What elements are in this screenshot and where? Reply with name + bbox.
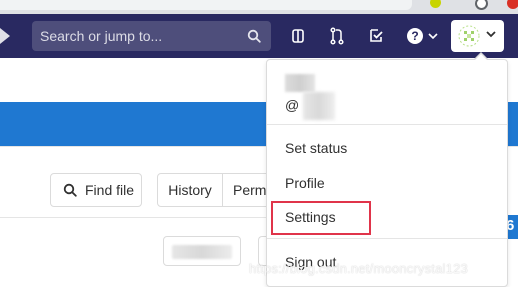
search-input[interactable]: Search or jump to...	[32, 21, 271, 51]
redacted-text	[172, 245, 232, 259]
todos-icon[interactable]	[366, 26, 386, 46]
find-file-label: Find file	[85, 182, 135, 198]
watermark: https://blog.csdn.net/mooncrystal123	[249, 261, 468, 276]
browser-profile-icon[interactable]	[475, 0, 488, 10]
dropdown-divider	[267, 124, 507, 125]
search-placeholder: Search or jump to...	[40, 28, 163, 44]
extension-icon[interactable]	[430, 0, 441, 8]
menu-item-settings[interactable]: Settings	[285, 209, 336, 225]
help-chevron-down-icon[interactable]	[428, 32, 438, 40]
avatar-icon	[458, 25, 480, 47]
find-file-button[interactable]: Find file	[50, 173, 142, 207]
top-navbar: Search or jump to... ?	[0, 14, 518, 58]
history-button[interactable]: History	[157, 173, 223, 207]
chevron-down-icon	[486, 31, 496, 38]
address-bar[interactable]	[0, 0, 412, 10]
user-menu-toggle[interactable]	[451, 20, 504, 52]
browser-menu-icon[interactable]	[507, 0, 518, 9]
merge-request-icon[interactable]	[327, 26, 347, 46]
redacted-name	[285, 74, 315, 92]
search-icon	[247, 29, 261, 43]
user-dropdown-menu: @ Set status Profile Settings Sign out	[266, 59, 508, 287]
redacted-button[interactable]	[163, 236, 241, 266]
dropdown-divider	[267, 238, 507, 239]
navbar-left-edge	[0, 28, 10, 44]
menu-item-set-status[interactable]: Set status	[285, 140, 347, 156]
browser-toolbar	[0, 0, 518, 14]
svg-text:?: ?	[411, 29, 418, 43]
username: @	[285, 97, 300, 113]
menu-item-profile[interactable]: Profile	[285, 175, 325, 191]
history-label: History	[168, 182, 212, 198]
search-icon	[63, 183, 77, 197]
help-icon[interactable]: ?	[405, 26, 425, 46]
issues-icon[interactable]	[288, 26, 308, 46]
dropdown-caret-inner	[475, 54, 487, 60]
redacted-username	[303, 92, 335, 120]
